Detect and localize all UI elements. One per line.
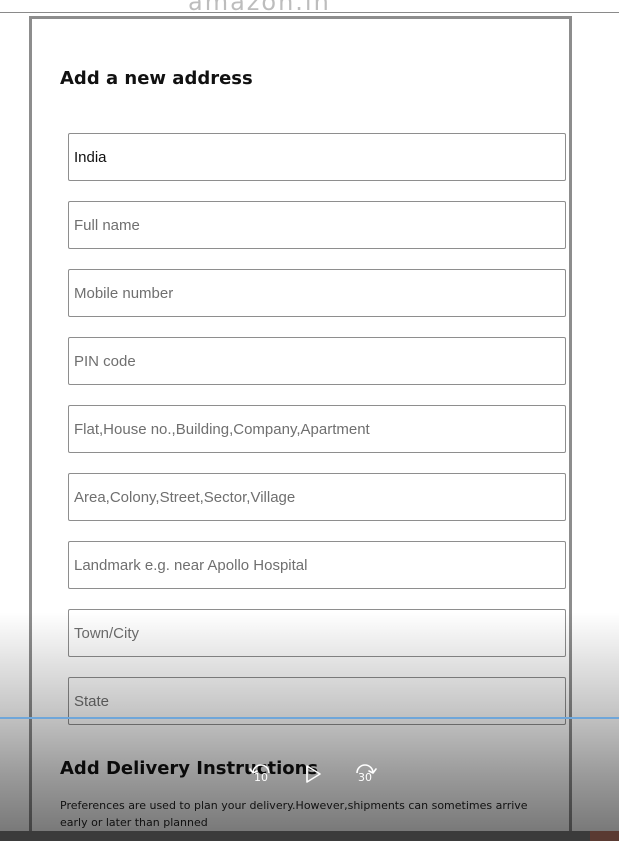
forward-button[interactable]: 30: [348, 757, 382, 791]
full-name-field[interactable]: [68, 201, 566, 249]
screen: amazon.in Add a new address Add Delivery…: [0, 0, 619, 841]
bottom-accent: [590, 831, 619, 841]
play-button[interactable]: [296, 757, 330, 791]
seek-bar[interactable]: [0, 717, 619, 719]
delivery-instructions-title: Add Delivery Instructions: [60, 758, 319, 779]
forward-seconds-label: 30: [358, 771, 372, 784]
form-title: Add a new address: [60, 68, 253, 89]
country-field[interactable]: [68, 133, 566, 181]
rewind-button[interactable]: 10: [244, 757, 278, 791]
flat-house-field[interactable]: [68, 405, 566, 453]
bottom-strip: [0, 831, 619, 841]
mobile-number-field[interactable]: [68, 269, 566, 317]
site-logo: amazon.in: [188, 0, 331, 12]
rewind-seconds-label: 10: [254, 771, 268, 784]
area-street-field[interactable]: [68, 473, 566, 521]
town-city-field[interactable]: [68, 609, 566, 657]
top-bar: amazon.in: [0, 0, 619, 13]
pin-code-field[interactable]: [68, 337, 566, 385]
delivery-instructions-description: Preferences are used to plan your delive…: [60, 799, 528, 829]
play-icon: [306, 765, 321, 783]
landmark-field[interactable]: [68, 541, 566, 589]
